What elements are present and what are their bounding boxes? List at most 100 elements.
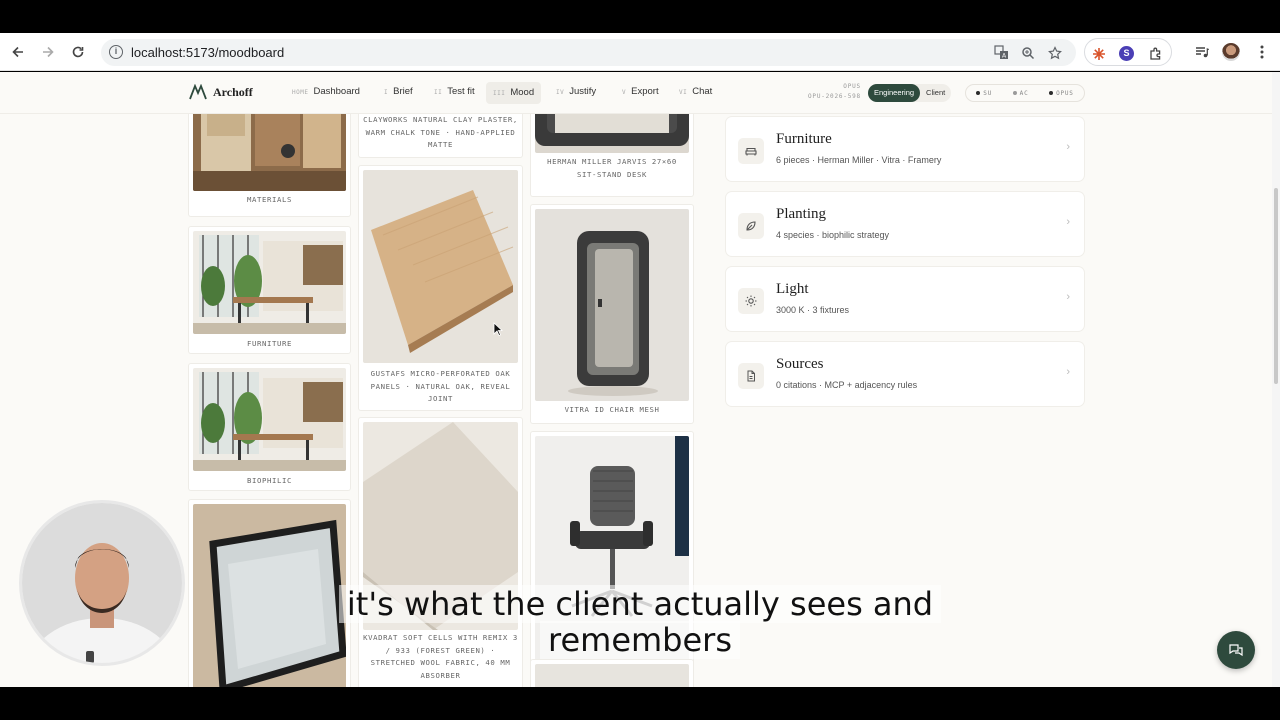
status-dot	[976, 91, 981, 95]
nav-mood[interactable]: III Mood	[486, 82, 542, 104]
nav-justify[interactable]: IV Justify	[556, 86, 596, 108]
section-title: Sources	[776, 356, 824, 372]
nav-num: HOME	[292, 89, 309, 96]
video-frame: i localhost:5173/moodboard A S MATERIALS…	[0, 0, 1280, 720]
mouse-cursor-icon	[493, 322, 503, 336]
section-title: Planting	[776, 206, 827, 222]
section-subtitle: 0 citations · MCP + adjacency rules	[776, 380, 918, 390]
chevron-right-icon: ›	[1066, 141, 1070, 153]
reload-icon[interactable]	[68, 42, 88, 62]
section-title: Light	[776, 281, 809, 297]
brand-name: Archoff	[213, 84, 253, 99]
extension-sparkle-icon[interactable]	[1091, 46, 1106, 61]
status-opus: OPUS	[1049, 90, 1074, 97]
translate-icon[interactable]: A	[993, 44, 1010, 61]
back-icon[interactable]	[8, 42, 28, 62]
moodboard-card-pod[interactable]: VITRA ID CHAIR MESH	[531, 205, 693, 423]
nav-brief[interactable]: I Brief	[384, 86, 413, 108]
status-dot	[1049, 91, 1054, 95]
address-bar[interactable]: i localhost:5173/moodboard A	[101, 39, 1076, 66]
next-image	[535, 664, 689, 687]
section-sources[interactable]: Sources 0 citations · MCP + adjacency ru…	[726, 342, 1084, 406]
forward-icon[interactable]	[38, 42, 58, 62]
mode-engineering-button[interactable]: Engineering	[868, 84, 921, 102]
chevron-right-icon: ›	[1066, 366, 1070, 378]
moodboard-card-furniture[interactable]: FURNITURE	[189, 227, 350, 353]
url-text: localhost:5173/moodboard	[131, 45, 285, 60]
status-dot	[1012, 91, 1017, 95]
status-label: AC	[1019, 89, 1029, 97]
chevron-right-icon: ›	[1066, 216, 1070, 228]
extensions-group: S	[1084, 38, 1172, 66]
nav-num: I	[384, 89, 389, 96]
pod-image	[535, 209, 689, 401]
subtitle-line-1: it's what the client actually sees and	[0, 585, 1280, 623]
zoom-icon[interactable]	[1019, 44, 1036, 61]
app-header: Archoff HOME Dashboard I Brief II Test f…	[0, 72, 1272, 114]
mode-client-button[interactable]: Client	[920, 84, 951, 102]
card-caption: CLAYWORKS NATURAL CLAY PLASTER, WARM CHA…	[363, 115, 518, 149]
nav-num: III	[493, 90, 506, 97]
logo-mark-icon	[189, 84, 207, 100]
card-caption: GUSTAFS MICRO-PERFORATED OAK PANELS · NA…	[370, 369, 511, 403]
profile-s-letter: S	[1119, 46, 1134, 61]
profile-s-icon[interactable]: S	[1119, 46, 1134, 61]
moodboard-card-biophilic[interactable]: BIOPHILIC	[189, 364, 350, 490]
section-light[interactable]: Light 3000 K · 3 fixtures ›	[726, 267, 1084, 331]
nav-label: Mood	[510, 87, 535, 98]
nav-dashboard[interactable]: HOME Dashboard	[292, 86, 360, 108]
menu-dots-icon[interactable]	[1252, 42, 1272, 62]
browser-toolbar: i localhost:5173/moodboard A S	[0, 33, 1280, 71]
card-caption: HERMAN MILLER JARVIS 27×60 SIT-STAND DES…	[547, 157, 677, 179]
nav-label: Dashboard	[313, 86, 360, 97]
subtitle-line-2: remembers	[0, 621, 1280, 659]
mode-toggle: Engineering Client	[868, 84, 952, 102]
bookmark-star-icon[interactable]	[1046, 44, 1063, 61]
nav-label: Test fit	[447, 86, 475, 97]
nav-label: Brief	[393, 86, 413, 97]
extensions-puzzle-icon[interactable]	[1148, 46, 1163, 61]
project-code: OPU-2026-598	[808, 93, 861, 100]
media-controls-icon[interactable]	[1192, 42, 1212, 62]
card-caption: BIOPHILIC	[247, 476, 292, 485]
section-planting[interactable]: Planting 4 species · biophilic strategy …	[726, 192, 1084, 256]
nav-chat[interactable]: VI Chat	[679, 86, 712, 108]
moodboard-card-next[interactable]	[531, 660, 693, 687]
nav-export[interactable]: V Export	[622, 86, 659, 108]
subtitle-text: it's what the client actually sees and	[338, 585, 942, 623]
moodboard-card-oak-panels[interactable]: GUSTAFS MICRO-PERFORATED OAK PANELS · NA…	[359, 166, 522, 410]
status-su: SU	[976, 90, 992, 97]
document-icon	[738, 363, 764, 389]
status-label: OPUS	[1056, 89, 1074, 97]
site-info-icon[interactable]: i	[109, 45, 123, 59]
furniture-image	[193, 231, 346, 334]
scrollbar-thumb[interactable]	[1274, 188, 1278, 384]
section-subtitle: 6 pieces · Herman Miller · Vitra · Frame…	[776, 155, 942, 165]
status-ac: AC	[1012, 89, 1029, 97]
card-caption: FURNITURE	[247, 339, 292, 348]
status-label: SU	[983, 89, 993, 97]
card-caption: VITRA ID CHAIR MESH	[564, 405, 660, 414]
account-avatar-icon[interactable]	[1221, 42, 1241, 62]
chevron-right-icon: ›	[1066, 291, 1070, 303]
section-subtitle: 4 species · biophilic strategy	[776, 230, 890, 240]
nav-label: Export	[631, 86, 659, 97]
biophilic-image	[193, 368, 346, 471]
nav-num: V	[622, 89, 627, 96]
chat-bubble-icon	[1229, 644, 1243, 657]
nav-test-fit[interactable]: II Test fit	[434, 86, 475, 108]
section-furniture[interactable]: Furniture 6 pieces · Herman Miller · Vit…	[726, 117, 1084, 181]
section-title: Furniture	[776, 131, 832, 147]
brand-logo[interactable]: Archoff	[189, 84, 253, 100]
sofa-icon	[738, 138, 764, 164]
nav-num: II	[434, 89, 443, 96]
subtitle-text: remembers	[540, 621, 740, 659]
chat-fab-button[interactable]	[1217, 631, 1255, 669]
leaf-icon	[738, 213, 764, 239]
section-subtitle: 3000 K · 3 fixtures	[776, 305, 850, 315]
project-id: OPUS OPU-2026-598	[808, 82, 861, 102]
project-label: OPUS	[843, 83, 861, 90]
nav-label: Justify	[569, 86, 597, 97]
card-caption: MATERIALS	[247, 195, 292, 204]
agent-status-pill: SU AC OPUS	[965, 84, 1085, 102]
